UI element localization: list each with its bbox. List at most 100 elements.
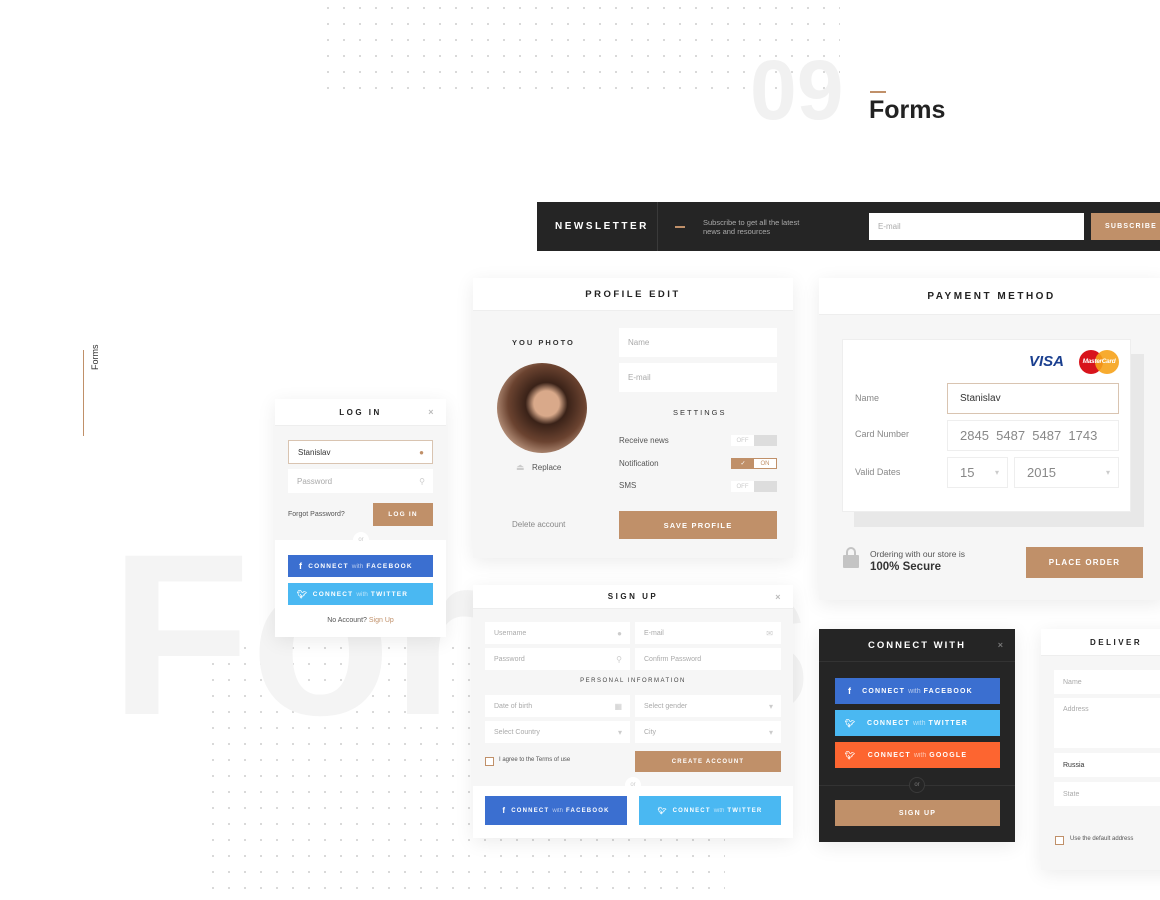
notification-toggle[interactable]: ✓ ON: [731, 458, 777, 469]
key-icon: ⚲: [419, 476, 425, 486]
newsletter-title: NEWSLETTER: [555, 221, 649, 232]
twitter-button[interactable]: 🐦︎ CONNECT with TWITTER: [639, 796, 781, 825]
photo-label: YOU PHOTO: [512, 338, 575, 347]
place-order-button[interactable]: PLACE ORDER: [1026, 547, 1143, 578]
label: CONNECT: [511, 807, 550, 814]
city-select[interactable]: City ▾: [635, 721, 781, 743]
facebook-icon: f: [502, 806, 507, 815]
facebook-icon: f: [299, 561, 304, 571]
newsletter-email-input[interactable]: E-mail: [869, 213, 1084, 240]
delivery-card: DELIVER Name Address Russia▾ State Use t…: [1041, 629, 1160, 870]
toggle-label: SMS: [619, 481, 637, 490]
confirm-password-input[interactable]: Confirm Password: [635, 648, 781, 670]
card-header: PAYMENT METHOD: [819, 278, 1160, 315]
twitter-button[interactable]: 🐦︎ CONNECT with TWITTER: [288, 583, 433, 605]
facebook-button[interactable]: f CONNECT with FACEBOOK: [835, 678, 1000, 704]
username-input[interactable]: Username ●: [485, 622, 630, 644]
label: with: [351, 562, 364, 570]
login-button[interactable]: LOG IN: [373, 503, 433, 526]
day-select[interactable]: 15 ▾: [947, 457, 1008, 488]
forgot-password-link[interactable]: Forgot Password?: [288, 511, 345, 518]
twitter-button[interactable]: 🐦︎ CONNECT with TWITTER: [835, 710, 1000, 736]
twitter-icon: 🐦︎: [657, 807, 668, 815]
replace-link[interactable]: Replace: [532, 463, 561, 472]
dash: [675, 226, 685, 228]
toggle-label: Notification: [619, 459, 659, 468]
receive-news-toggle[interactable]: OFF: [731, 435, 777, 446]
chevron-down-icon: ▾: [768, 727, 773, 737]
side-label: Forms: [90, 344, 100, 371]
address-input[interactable]: Address: [1054, 698, 1160, 748]
default-address-checkbox[interactable]: [1055, 836, 1064, 845]
password-input[interactable]: Password ⚲: [485, 648, 630, 670]
on-label: ON: [754, 459, 776, 468]
chevron-down-icon: ▾: [994, 468, 999, 477]
text-line: Subscribe to get all the latest: [703, 218, 800, 227]
delete-account-link[interactable]: Delete account: [512, 520, 565, 529]
label: with: [913, 719, 926, 727]
email-input[interactable]: E-mail: [619, 363, 777, 392]
placeholder: E-mail: [644, 629, 664, 637]
upload-icon: ⏏: [516, 462, 525, 472]
card-number-input[interactable]: 2845 5487 5487 1743: [947, 420, 1119, 451]
subscribe-button[interactable]: SUBSCRIBE: [1091, 213, 1160, 240]
google-button[interactable]: 🐦︎ CONNECT with GOOGLE: [835, 742, 1000, 768]
card-number-label: Card Number: [855, 429, 910, 439]
card-header: CONNECT WITH ×: [819, 629, 1015, 662]
password-input[interactable]: Password ⚲: [288, 469, 433, 493]
placeholder: Password: [494, 655, 525, 663]
signup-card: SIGN UP × Username ● E-mail ✉ Password ⚲ Con…: [473, 585, 793, 838]
country-select[interactable]: Select Country ▾: [485, 721, 630, 743]
valid-dates-label: Valid Dates: [855, 467, 901, 477]
calendar-icon: ▦: [614, 701, 622, 711]
label: GOOGLE: [929, 751, 968, 759]
label: with: [913, 751, 927, 759]
dob-input[interactable]: Date of birth ▦: [485, 695, 630, 717]
no-account-text: No Account?: [327, 617, 367, 624]
close-icon[interactable]: ×: [775, 585, 783, 609]
label: CONNECT: [308, 562, 349, 570]
name-input[interactable]: Name: [619, 328, 777, 357]
label: with: [713, 807, 725, 814]
signup-link[interactable]: Sign Up: [369, 617, 394, 624]
label: with: [356, 590, 368, 598]
facebook-button[interactable]: f CONNECT with FACEBOOK: [288, 555, 433, 577]
year-select[interactable]: 2015 ▾: [1014, 457, 1119, 488]
default-address-label: Use the default address: [1070, 836, 1134, 842]
profile-edit-card: PROFILE EDIT YOU PHOTO ⏏ Replace Name E-…: [473, 278, 793, 558]
connect-title: CONNECT WITH: [868, 640, 966, 651]
save-profile-button[interactable]: SAVE PROFILE: [619, 511, 777, 539]
newsletter-bar: NEWSLETTER Subscribe to get all the late…: [537, 202, 1160, 251]
terms-label: I agree to the Terms of use: [499, 757, 571, 763]
email-input[interactable]: E-mail ✉: [635, 622, 781, 644]
state-input[interactable]: State: [1054, 782, 1160, 806]
terms-checkbox[interactable]: [485, 757, 494, 766]
country-value: Russia: [1063, 761, 1085, 769]
facebook-icon: f: [848, 686, 853, 696]
close-icon[interactable]: ×: [998, 629, 1005, 662]
sms-toggle[interactable]: OFF: [731, 481, 777, 492]
chevron-down-icon: ▾: [768, 701, 773, 711]
signup-button[interactable]: SIGN UP: [835, 800, 1000, 826]
mastercard-text: MasterCard: [1082, 358, 1116, 365]
close-icon[interactable]: ×: [428, 399, 436, 426]
label: CONNECT: [867, 751, 911, 759]
login-title: LOG IN: [339, 408, 382, 417]
name-label: Name: [855, 393, 880, 403]
or-divider: or: [909, 777, 925, 793]
divider: [657, 202, 658, 251]
label: TWITTER: [727, 807, 763, 814]
create-account-button[interactable]: CREATE ACCOUNT: [635, 751, 781, 772]
or-divider: or: [625, 777, 641, 793]
name-input[interactable]: Name: [1054, 670, 1160, 694]
connect-with-card: CONNECT WITH × f CONNECT with FACEBOOK 🐦︎ CON…: [819, 629, 1015, 842]
facebook-button[interactable]: f CONNECT with FACEBOOK: [485, 796, 627, 825]
chevron-down-icon: ▾: [1105, 468, 1110, 477]
visa-logo: VISA: [1029, 353, 1065, 370]
username-input[interactable]: Stanislav ●: [288, 440, 433, 464]
card-name-input[interactable]: Stanislav: [947, 383, 1119, 414]
off-label: OFF: [731, 435, 754, 446]
gender-select[interactable]: Select gender ▾: [635, 695, 781, 717]
country-select[interactable]: Russia▾: [1054, 753, 1160, 777]
label: TWITTER: [370, 590, 409, 598]
